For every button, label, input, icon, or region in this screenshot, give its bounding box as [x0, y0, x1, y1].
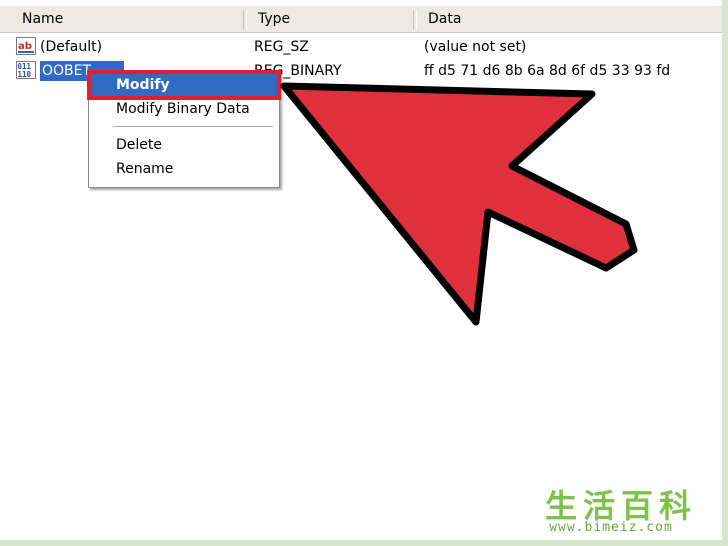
- watermark-url: www.bimeiz.com: [549, 520, 673, 535]
- watermark-logo: 生活百科: [544, 487, 697, 525]
- watermark: 生活百科 www.bimeiz.com: [526, 488, 716, 538]
- red-arrow-icon: [280, 82, 638, 326]
